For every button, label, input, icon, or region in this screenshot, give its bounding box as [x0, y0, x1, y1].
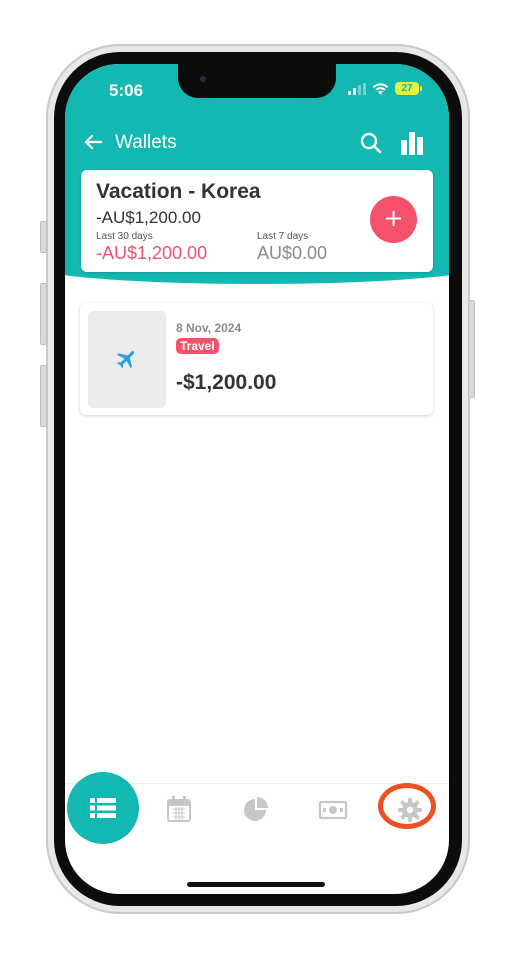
- silent-switch: [40, 221, 47, 253]
- app-screen: 5:06 27 Wallets Vacation - Korea -AU$1,2…: [65, 64, 449, 894]
- wallet-name: Vacation - Korea: [96, 180, 261, 203]
- wifi-icon: [372, 82, 389, 94]
- wallet-balance: -AU$1,200.00: [96, 208, 201, 227]
- home-indicator: [187, 882, 325, 887]
- list-icon: [90, 798, 116, 818]
- calendar-icon[interactable]: [164, 794, 194, 824]
- transaction-card[interactable]: 8 Nov, 2024 Travel -$1,200.00: [80, 303, 433, 415]
- search-icon[interactable]: [358, 130, 384, 156]
- nav-item-transactions[interactable]: [67, 772, 139, 844]
- airplane-icon: [117, 351, 135, 369]
- last-30-days-label: Last 30 days: [96, 231, 153, 242]
- top-app-bar: Wallets: [65, 126, 449, 158]
- status-time: 5:06: [109, 81, 144, 100]
- pie-chart-icon[interactable]: [241, 795, 271, 825]
- last-7-days-value: AU$0.00: [257, 243, 328, 263]
- status-icons: 27: [348, 82, 422, 95]
- transaction-thumbnail: [88, 311, 166, 408]
- add-transaction-button[interactable]: +: [370, 196, 417, 243]
- transaction-date: 8 Nov, 2024: [176, 321, 242, 335]
- settings-highlight-ring: [378, 783, 436, 829]
- money-bill-icon[interactable]: [318, 795, 348, 825]
- volume-up-button: [40, 283, 47, 345]
- volume-down-button: [40, 365, 47, 427]
- wallet-summary-card[interactable]: Vacation - Korea -AU$1,200.00 Last 30 da…: [81, 170, 433, 272]
- last-7-days-label: Last 7 days: [257, 231, 309, 242]
- screenshot-stage: 5:06 27 Wallets Vacation - Korea -AU$1,2…: [0, 0, 515, 960]
- power-button: [468, 300, 475, 398]
- page-title: Wallets: [115, 132, 177, 153]
- signal-icon: [348, 82, 366, 95]
- back-arrow-icon[interactable]: [81, 130, 105, 154]
- front-camera: [200, 76, 206, 82]
- transaction-amount: -$1,200.00: [176, 371, 277, 394]
- bar-chart-icon[interactable]: [398, 129, 426, 157]
- battery-icon: 27: [395, 82, 422, 95]
- category-badge: Travel: [176, 338, 219, 354]
- last-30-days-value: -AU$1,200.00: [96, 243, 208, 263]
